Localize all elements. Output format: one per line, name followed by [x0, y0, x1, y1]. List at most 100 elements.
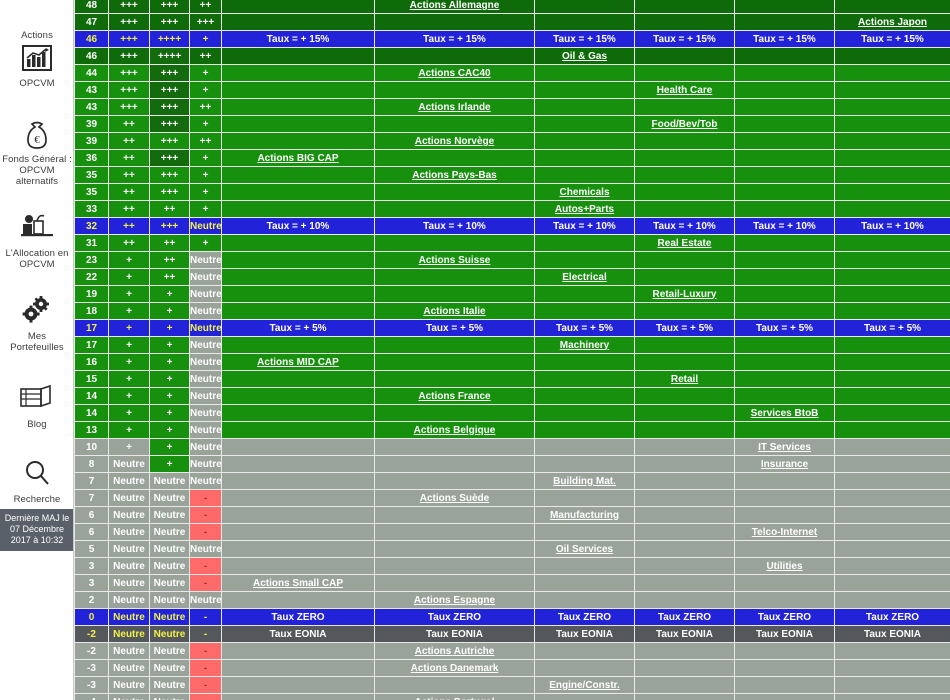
- rate-cell: Taux ZERO: [221, 608, 375, 626]
- asset-label-cell[interactable]: Insurance: [734, 455, 835, 473]
- empty-cell: [734, 540, 835, 558]
- rating-1-cell: Neutre: [108, 608, 150, 626]
- empty-cell: [634, 438, 735, 456]
- asset-label-cell[interactable]: Oil & Gas: [534, 47, 635, 65]
- asset-label-cell[interactable]: Actions Suède: [374, 489, 535, 507]
- empty-cell: [834, 336, 950, 354]
- empty-cell: [374, 336, 535, 354]
- books-icon: [0, 383, 73, 417]
- asset-label-cell[interactable]: Services BtoB: [734, 404, 835, 422]
- asset-label-cell[interactable]: Actions CAC40: [374, 64, 535, 82]
- empty-cell: [374, 285, 535, 303]
- asset-label-cell[interactable]: Autos+Parts: [534, 200, 635, 218]
- asset-label-cell[interactable]: Actions Danemark: [374, 659, 535, 677]
- sidebar-item-actions[interactable]: Actions: [0, 0, 73, 41]
- empty-cell: [634, 540, 735, 558]
- empty-cell: [734, 149, 835, 167]
- asset-label: Actions Pays-Bas: [412, 169, 497, 181]
- rating-1-cell: +: [108, 251, 150, 269]
- rating-2-cell: +++: [149, 183, 190, 201]
- rating-3-cell: +: [189, 149, 222, 167]
- empty-cell: [634, 557, 735, 575]
- asset-label-cell[interactable]: Actions Japon: [834, 13, 950, 31]
- sidebar-item-allocation[interactable]: L'Allocation en OPCVM: [0, 212, 73, 270]
- empty-cell: [834, 387, 950, 405]
- table-row: 43 +++ +++ + Health Care: [74, 81, 950, 99]
- sidebar-item-opcvm[interactable]: OPCVM: [0, 42, 73, 89]
- sidebar-item-blog[interactable]: Blog: [0, 383, 73, 430]
- asset-label-cell[interactable]: Machinery: [534, 336, 635, 354]
- asset-label-cell[interactable]: Actions Espagne: [374, 591, 535, 609]
- rating-1-cell: +: [108, 285, 150, 303]
- asset-label-cell[interactable]: Actions Portugal: [374, 693, 535, 700]
- score-cell: -3: [74, 676, 109, 694]
- asset-label-cell[interactable]: Retail: [634, 370, 735, 388]
- asset-label-cell[interactable]: Engine/Constr.: [534, 676, 635, 694]
- table-row: 32 ++ +++ Neutre Taux = + 10% Taux = + 10% Tau…: [74, 217, 950, 235]
- empty-cell: [221, 472, 375, 490]
- asset-label-cell[interactable]: Utilities: [734, 557, 835, 575]
- asset-label-cell[interactable]: Food/Bev/Tob: [634, 115, 735, 133]
- score-cell: 35: [74, 166, 109, 184]
- score-cell: -4: [74, 693, 109, 700]
- asset-label-cell[interactable]: Actions Small CAP: [221, 574, 375, 592]
- empty-cell: [534, 285, 635, 303]
- asset-label-cell[interactable]: IT Services: [734, 438, 835, 456]
- asset-label-cell[interactable]: Telco-Internet: [734, 523, 835, 541]
- rating-1-cell: Neutre: [108, 489, 150, 507]
- asset-label-cell[interactable]: Actions France: [374, 387, 535, 405]
- rating-3-cell: Neutre: [189, 387, 222, 405]
- rating-3-cell: Neutre: [189, 421, 222, 439]
- asset-label-cell[interactable]: Actions BIG CAP: [221, 149, 375, 167]
- table-row: 14 + + Neutre Actions France: [74, 387, 950, 405]
- empty-cell: [734, 574, 835, 592]
- asset-label: Actions Allemagne: [409, 0, 500, 11]
- asset-label: Utilities: [766, 560, 803, 572]
- rating-3-cell: ++: [189, 98, 222, 116]
- asset-label-cell[interactable]: Actions Norvège: [374, 132, 535, 150]
- asset-label-cell[interactable]: Real Estate: [634, 234, 735, 252]
- asset-label-cell[interactable]: Actions Autriche: [374, 642, 535, 660]
- asset-label-cell[interactable]: Actions Suisse: [374, 251, 535, 269]
- empty-cell: [221, 642, 375, 660]
- score-cell: 14: [74, 387, 109, 405]
- rating-3-cell: -: [189, 574, 222, 592]
- rating-2-cell: Neutre: [149, 574, 190, 592]
- asset-label-cell[interactable]: Electrical: [534, 268, 635, 286]
- empty-cell: [634, 183, 735, 201]
- rating-1-cell: +++: [108, 81, 150, 99]
- asset-label-cell[interactable]: Actions Pays-Bas: [374, 166, 535, 184]
- rating-2-cell: Neutre: [149, 642, 190, 660]
- asset-label-cell[interactable]: Actions Irlande: [374, 98, 535, 116]
- score-cell: 18: [74, 302, 109, 320]
- rating-1-cell: Neutre: [108, 676, 150, 694]
- empty-cell: [734, 98, 835, 116]
- rating-2-cell: +: [149, 455, 190, 473]
- asset-label-cell[interactable]: Health Care: [634, 81, 735, 99]
- empty-cell: [734, 387, 835, 405]
- rating-2-cell: Neutre: [149, 693, 190, 700]
- asset-label-cell[interactable]: Oil Services: [534, 540, 635, 558]
- empty-cell: [734, 166, 835, 184]
- asset-label-cell[interactable]: Actions MID CAP: [221, 353, 375, 371]
- asset-label-cell[interactable]: Chemicals: [534, 183, 635, 201]
- allocation-matrix-scroll[interactable]: 48 +++ +++ ++ Actions Allemagne 47 +++ +++ +++…: [74, 0, 950, 700]
- asset-label-cell[interactable]: Actions Italie: [374, 302, 535, 320]
- rating-1-cell: Neutre: [108, 574, 150, 592]
- asset-label-cell[interactable]: Building Mat.: [534, 472, 635, 490]
- empty-cell: [374, 13, 535, 31]
- asset-label-cell[interactable]: Manufacturing: [534, 506, 635, 524]
- rating-1-cell: +++: [108, 47, 150, 65]
- sidebar-item-recherche[interactable]: Recherche: [0, 458, 73, 505]
- sidebar-item-portefeuilles[interactable]: Mes Portefeuilles: [0, 295, 73, 353]
- asset-label-cell[interactable]: Actions Allemagne: [374, 0, 535, 14]
- empty-cell: [374, 438, 535, 456]
- empty-cell: [374, 81, 535, 99]
- empty-cell: [734, 472, 835, 490]
- rate-cell: Taux = + 5%: [834, 319, 950, 337]
- score-cell: -2: [74, 625, 109, 643]
- asset-label-cell[interactable]: Retail-Luxury: [634, 285, 735, 303]
- asset-label-cell[interactable]: Actions Belgique: [374, 421, 535, 439]
- sidebar-item-fonds-general[interactable]: € Fonds Général : OPCVM alternatifs: [0, 118, 73, 187]
- score-cell: 3: [74, 557, 109, 575]
